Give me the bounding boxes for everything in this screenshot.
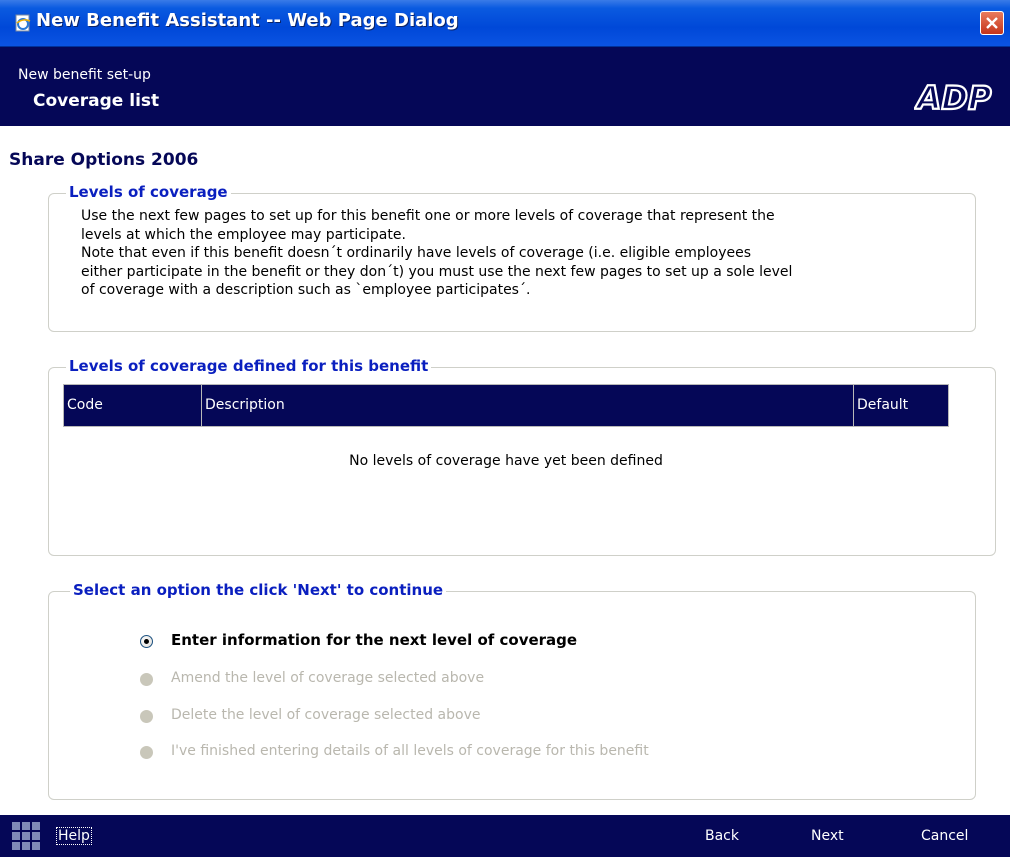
empty-table-message: No levels of coverage have yet been defi… (349, 453, 663, 469)
defined-levels-legend: Levels of coverage defined for this bene… (66, 357, 432, 375)
close-button[interactable] (980, 11, 1004, 35)
grid-menu-icon (12, 822, 40, 850)
column-header-description[interactable]: Description (202, 385, 854, 426)
instruction-line: either participate in the benefit or the… (81, 263, 793, 280)
window-title: New Benefit Assistant -- Web Page Dialog (36, 10, 459, 31)
instruction-line: Note that even if this benefit doesn´t o… (81, 245, 752, 261)
option-label[interactable]: I've finished entering details of all le… (171, 743, 649, 759)
wizard-header: New benefit set-up Coverage list ADP (0, 47, 1010, 126)
levels-of-coverage-legend: Levels of coverage (66, 183, 231, 201)
back-button[interactable]: Back (705, 828, 739, 844)
column-header-code[interactable]: Code (64, 385, 202, 426)
ie-page-icon (15, 14, 31, 32)
cancel-button[interactable]: Cancel (921, 828, 968, 844)
coverage-table-header: Code Description Default (63, 384, 949, 427)
option-label[interactable]: Enter information for the next level of … (171, 631, 577, 649)
options-group (48, 591, 976, 800)
levels-of-coverage-text: Use the next few pages to set up for thi… (81, 207, 792, 300)
instruction-line: of coverage with a description such as `… (81, 282, 531, 298)
option-label[interactable]: Delete the level of coverage selected ab… (171, 707, 480, 723)
radio-disabled-icon[interactable] (140, 673, 153, 686)
radio-disabled-icon[interactable] (140, 746, 153, 759)
column-header-default[interactable]: Default (854, 385, 948, 426)
wizard-step-title: Coverage list (33, 91, 160, 111)
close-icon (986, 17, 998, 29)
adp-logo-text: ADP (914, 79, 992, 117)
page-title: Share Options 2006 (9, 150, 199, 170)
next-button[interactable]: Next (811, 828, 844, 844)
wizard-footer: Help Back Next Cancel (0, 815, 1010, 857)
adp-logo: ADP (914, 78, 993, 118)
radio-selected-icon[interactable] (140, 635, 153, 648)
instruction-line: levels at which the employee may partici… (81, 226, 406, 243)
wizard-subtitle: New benefit set-up (18, 67, 151, 83)
option-label[interactable]: Amend the level of coverage selected abo… (171, 670, 484, 686)
instruction-line: Use the next few pages to set up for thi… (81, 208, 775, 224)
help-button[interactable]: Help (56, 827, 92, 845)
radio-disabled-icon[interactable] (140, 710, 153, 723)
options-legend: Select an option the click 'Next' to con… (70, 581, 447, 599)
window-titlebar: New Benefit Assistant -- Web Page Dialog (0, 0, 1010, 47)
